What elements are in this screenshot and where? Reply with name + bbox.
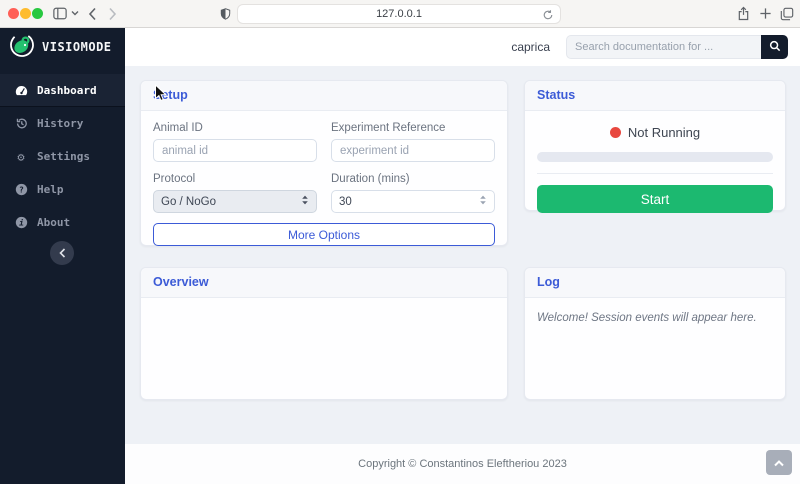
- overview-card-header: Overview: [141, 268, 507, 298]
- experiment-reference-input[interactable]: [331, 139, 495, 162]
- zoom-window-button[interactable]: [32, 8, 43, 19]
- protocol-select[interactable]: Go / NoGo: [153, 190, 317, 213]
- privacy-shield-icon[interactable]: [219, 7, 232, 21]
- sidebar-item-label: About: [37, 216, 70, 229]
- new-tab-icon[interactable]: [759, 7, 772, 20]
- app-window: VISIOMODE Dashboard History ⚙: [0, 28, 800, 484]
- tachometer-icon: [14, 85, 28, 96]
- search-group: [566, 35, 788, 59]
- log-card-header: Log: [525, 268, 785, 298]
- select-stepper-icon: [301, 194, 309, 209]
- visiomode-logo-icon: [9, 32, 35, 62]
- experiment-reference-label: Experiment Reference: [331, 122, 495, 134]
- address-bar[interactable]: 127.0.0.1: [237, 4, 561, 24]
- duration-input[interactable]: 30: [331, 190, 495, 213]
- status-state-label: Not Running: [628, 125, 700, 140]
- log-card: Log Welcome! Session events will appear …: [524, 267, 786, 400]
- sidebar-item-label: Dashboard: [37, 84, 97, 97]
- svg-text:i: i: [19, 217, 24, 227]
- chevron-up-icon: [774, 455, 784, 470]
- svg-text:?: ?: [19, 184, 24, 194]
- sidebar-toggle-icon[interactable]: [53, 7, 67, 20]
- browser-toolbar: 127.0.0.1: [0, 0, 800, 28]
- reload-icon[interactable]: [542, 8, 554, 26]
- setup-card-header: Setup: [141, 81, 507, 111]
- search-input[interactable]: [566, 35, 761, 59]
- status-card-header: Status: [525, 81, 785, 111]
- scroll-to-top-button[interactable]: [766, 450, 792, 475]
- sidebar-item-label: Help: [37, 183, 64, 196]
- start-button[interactable]: Start: [537, 185, 773, 213]
- main-content: Setup Animal ID Experiment Reference: [125, 66, 800, 444]
- url-text: 127.0.0.1: [376, 8, 422, 20]
- history-icon: [14, 117, 28, 130]
- sidebar-item-help[interactable]: ? Help: [0, 173, 125, 206]
- status-card: Status Not Running Start: [524, 80, 786, 211]
- hostname-label: caprica: [511, 40, 550, 54]
- protocol-value: Go / NoGo: [161, 196, 216, 208]
- divider: [537, 173, 773, 174]
- duration-value: 30: [339, 196, 352, 208]
- search-button[interactable]: [761, 35, 788, 59]
- tab-overview-icon[interactable]: [780, 7, 794, 21]
- info-circle-icon: i: [14, 216, 28, 229]
- sidebar-collapse-button[interactable]: [50, 241, 74, 265]
- footer: Copyright © Constantinos Eleftheriou 202…: [125, 444, 800, 484]
- log-welcome-message: Welcome! Session events will appear here…: [537, 312, 757, 324]
- sidebar-item-label: History: [37, 117, 83, 130]
- sidebar-item-label: Settings: [37, 150, 90, 163]
- setup-title: Setup: [153, 88, 188, 102]
- sidebar: VISIOMODE Dashboard History ⚙: [0, 28, 125, 484]
- session-state: Not Running: [537, 125, 773, 140]
- duration-label: Duration (mins): [331, 173, 495, 185]
- copyright-text: Copyright © Constantinos Eleftheriou 202…: [125, 444, 800, 484]
- status-dot-icon: [610, 127, 621, 138]
- topbar: caprica: [125, 28, 800, 66]
- overview-card: Overview: [140, 267, 508, 400]
- close-window-button[interactable]: [8, 8, 19, 19]
- logo-row[interactable]: VISIOMODE: [0, 28, 125, 66]
- sidebar-item-about[interactable]: i About: [0, 206, 125, 239]
- number-stepper-icon: [479, 194, 487, 209]
- minimize-window-button[interactable]: [20, 8, 31, 19]
- sidebar-item-dashboard[interactable]: Dashboard: [0, 74, 125, 107]
- animal-id-input[interactable]: [153, 139, 317, 162]
- sidebar-item-settings[interactable]: ⚙ Settings: [0, 140, 125, 173]
- overview-title: Overview: [153, 275, 209, 289]
- sidebar-item-history[interactable]: History: [0, 107, 125, 140]
- chevron-down-icon[interactable]: [71, 10, 79, 16]
- status-title: Status: [537, 88, 575, 102]
- brand-name: VISIOMODE: [42, 40, 112, 54]
- setup-card: Setup Animal ID Experiment Reference: [140, 80, 508, 246]
- log-title: Log: [537, 275, 560, 289]
- question-circle-icon: ?: [14, 183, 28, 196]
- more-options-button[interactable]: More Options: [153, 223, 495, 246]
- search-icon: [769, 40, 781, 55]
- back-icon[interactable]: [88, 7, 97, 21]
- protocol-label: Protocol: [153, 173, 317, 185]
- sidebar-nav: Dashboard History ⚙ Settings ? Help: [0, 74, 125, 239]
- share-icon[interactable]: [737, 6, 750, 21]
- session-progress-bar: [537, 152, 773, 162]
- animal-id-label: Animal ID: [153, 122, 317, 134]
- gear-icon: ⚙: [14, 150, 28, 164]
- forward-icon[interactable]: [108, 7, 117, 21]
- screen: 127.0.0.1: [0, 0, 800, 484]
